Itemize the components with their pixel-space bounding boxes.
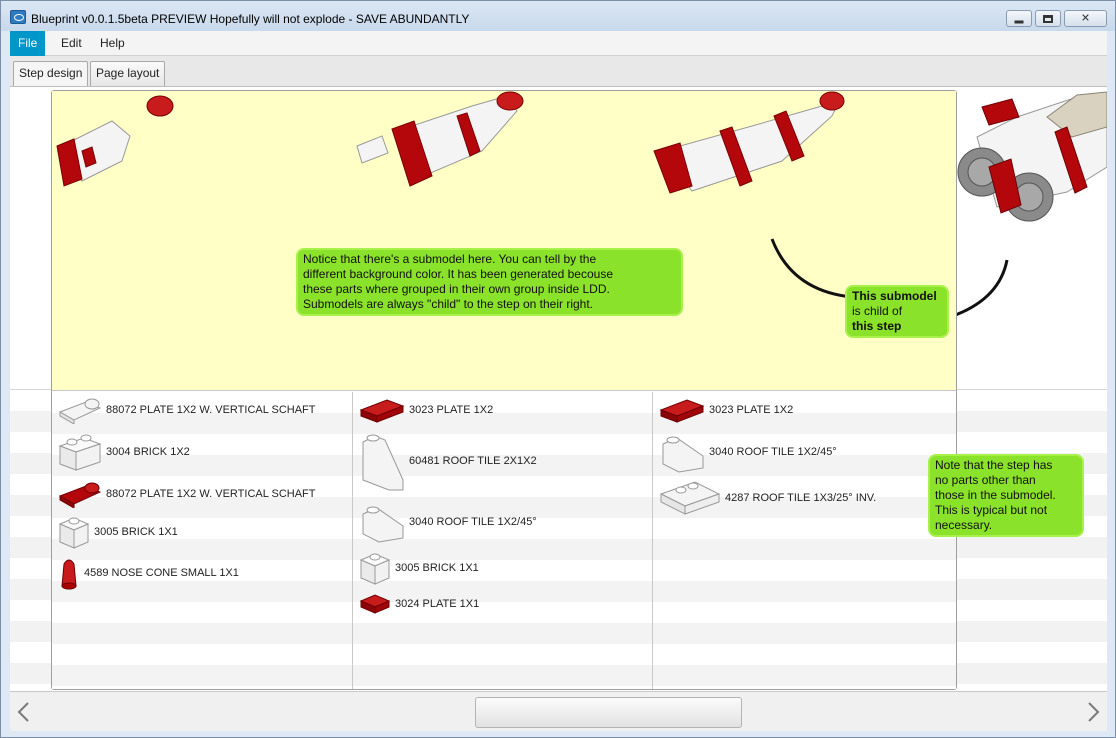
roof-tile-tall-icon — [362, 434, 404, 491]
callout-line: these parts where grouped in their own g… — [303, 282, 610, 296]
app-window: Blueprint v0.0.1.5beta PREVIEW Hopefully… — [0, 0, 1116, 738]
callout-line: different background color. It has been … — [303, 267, 614, 281]
part-label: 3023 PLATE 1X2 — [709, 404, 794, 416]
step-scrollbar-thumb[interactable] — [475, 697, 742, 728]
window-controls: ✕ — [1006, 10, 1107, 27]
tab-bar: Step design Page layout — [10, 56, 1107, 87]
callout-line: necessary. — [935, 518, 993, 532]
part-label: 88072 PLATE 1X2 W. VERTICAL SCHAFT — [106, 488, 316, 500]
roof-tile-45-icon — [362, 506, 404, 543]
step-canvas[interactable]: Notice that there's a submodel here. You… — [10, 87, 1107, 691]
part-row[interactable]: 4287 ROOF TILE 1X3/25° INV. — [659, 480, 876, 516]
brick-1x2-icon — [58, 434, 102, 471]
parts-column-3: 3023 PLATE 1X2 3040 ROOF TILE 1X2/45° 42… — [653, 392, 956, 689]
part-row[interactable]: 60481 ROOF TILE 2X1X2 — [359, 430, 537, 492]
part-label: 3004 BRICK 1X2 — [106, 446, 190, 458]
brick-1x1-icon — [58, 517, 90, 549]
callout-line: Note that the step has — [935, 458, 1053, 472]
part-row[interactable]: 4589 NOSE CONE SMALL 1X1 — [58, 555, 239, 591]
plate-1x1-icon — [359, 594, 391, 614]
child-note-callout: This submodel is child of this step — [847, 287, 947, 336]
window-title: Blueprint v0.0.1.5beta PREVIEW Hopefully… — [31, 12, 470, 26]
maximize-button[interactable] — [1035, 10, 1061, 27]
minimize-icon — [1014, 20, 1024, 23]
part-label: 60481 ROOF TILE 2X1X2 — [409, 455, 537, 467]
previous-step-parts-list — [10, 390, 51, 691]
build-stage-1-image — [56, 95, 174, 187]
plate-1x2-icon — [359, 399, 405, 423]
step-note-callout: Note that the step has no parts other th… — [930, 456, 1082, 535]
part-label: 3005 BRICK 1X1 — [395, 562, 479, 574]
part-label: 4287 ROOF TILE 1X3/25° INV. — [725, 492, 877, 504]
title-bar: Blueprint v0.0.1.5beta PREVIEW Hopefully… — [1, 1, 1115, 31]
minimize-button[interactable] — [1006, 10, 1032, 27]
callout-line: This is typical but not — [935, 503, 1048, 517]
previous-step-button[interactable] — [14, 700, 34, 724]
app-logo-icon — [10, 10, 26, 24]
menu-bar: File Edit Help — [10, 31, 1107, 56]
part-row[interactable]: 3023 PLATE 1X2 — [659, 395, 793, 425]
part-label: 88072 PLATE 1X2 W. VERTICAL SCHAFT — [106, 404, 316, 416]
part-row[interactable]: 88072 PLATE 1X2 W. VERTICAL SCHAFT — [58, 479, 316, 509]
part-row[interactable]: 88072 PLATE 1X2 W. VERTICAL SCHAFT — [58, 395, 316, 425]
tab-step-design[interactable]: Step design — [13, 61, 89, 86]
callout-line: Submodels are always "child" to the step… — [303, 297, 594, 311]
callout-line: this step — [852, 319, 902, 333]
next-step-button[interactable] — [1083, 700, 1103, 724]
roof-tile-inverted-icon — [659, 481, 721, 515]
submodel-parts-list: 88072 PLATE 1X2 W. VERTICAL SCHAFT 3004 … — [52, 392, 956, 689]
parent-step-parts-list — [957, 390, 1107, 691]
part-label: 3023 PLATE 1X2 — [409, 404, 494, 416]
step-navigation-bar — [10, 691, 1107, 731]
plate-vertical-shaft-icon — [58, 482, 102, 508]
brick-1x1-icon — [359, 553, 391, 585]
build-stage-2-image — [356, 91, 524, 187]
part-row[interactable]: 3024 PLATE 1X1 — [359, 589, 479, 619]
part-row[interactable]: 3023 PLATE 1X2 — [359, 395, 493, 425]
roof-tile-45-icon — [662, 436, 704, 473]
parts-column-1: 88072 PLATE 1X2 W. VERTICAL SCHAFT 3004 … — [52, 392, 353, 689]
part-label: 3005 BRICK 1X1 — [94, 526, 178, 538]
maximize-icon — [1043, 14, 1053, 23]
plate-1x2-icon — [659, 399, 705, 423]
part-row[interactable]: 3040 ROOF TILE 1X2/45° — [359, 500, 537, 544]
callout-line: those in the submodel. — [935, 488, 1056, 502]
submodel-build-images — [56, 91, 853, 299]
part-row[interactable]: 3005 BRICK 1X1 — [359, 550, 479, 586]
menu-edit[interactable]: Edit — [53, 31, 90, 56]
callout-line: is child of — [852, 304, 903, 318]
menu-file[interactable]: File — [10, 31, 46, 56]
menu-help[interactable]: Help — [92, 31, 133, 56]
part-row[interactable]: 3004 BRICK 1X2 — [58, 432, 190, 472]
build-stage-3-image — [653, 91, 845, 194]
parent-step-build-image — [957, 91, 1107, 316]
parent-step-column[interactable]: Note that the step has no parts other th… — [930, 87, 1107, 691]
parts-column-2: 3023 PLATE 1X2 60481 ROOF TILE 2X1X2 304… — [353, 392, 653, 689]
close-icon: ✕ — [1080, 12, 1091, 24]
chevron-left-icon — [17, 702, 29, 722]
submodel-model-view[interactable]: Notice that there's a submodel here. You… — [52, 91, 956, 391]
callout-line: Notice that there's a submodel here. You… — [303, 252, 597, 266]
part-row[interactable]: 3005 BRICK 1X1 — [58, 514, 178, 550]
submodel-note-callout: Notice that there's a submodel here. You… — [298, 250, 681, 314]
callout-line: no parts other than — [935, 473, 1036, 487]
part-label: 4589 NOSE CONE SMALL 1X1 — [84, 567, 239, 579]
part-row[interactable]: 3040 ROOF TILE 1X2/45° — [659, 430, 837, 474]
submodel-panel[interactable]: Notice that there's a submodel here. You… — [51, 90, 957, 690]
part-label: 3040 ROOF TILE 1X2/45° — [709, 446, 837, 458]
tab-page-layout[interactable]: Page layout — [90, 61, 166, 86]
part-label: 3024 PLATE 1X1 — [395, 598, 480, 610]
chevron-right-icon — [1088, 702, 1100, 722]
nose-cone-icon — [61, 559, 77, 590]
plate-vertical-shaft-icon — [58, 398, 102, 424]
callout-line: This submodel — [852, 289, 937, 303]
close-button[interactable]: ✕ — [1064, 10, 1107, 27]
part-label: 3040 ROOF TILE 1X2/45° — [409, 516, 537, 528]
